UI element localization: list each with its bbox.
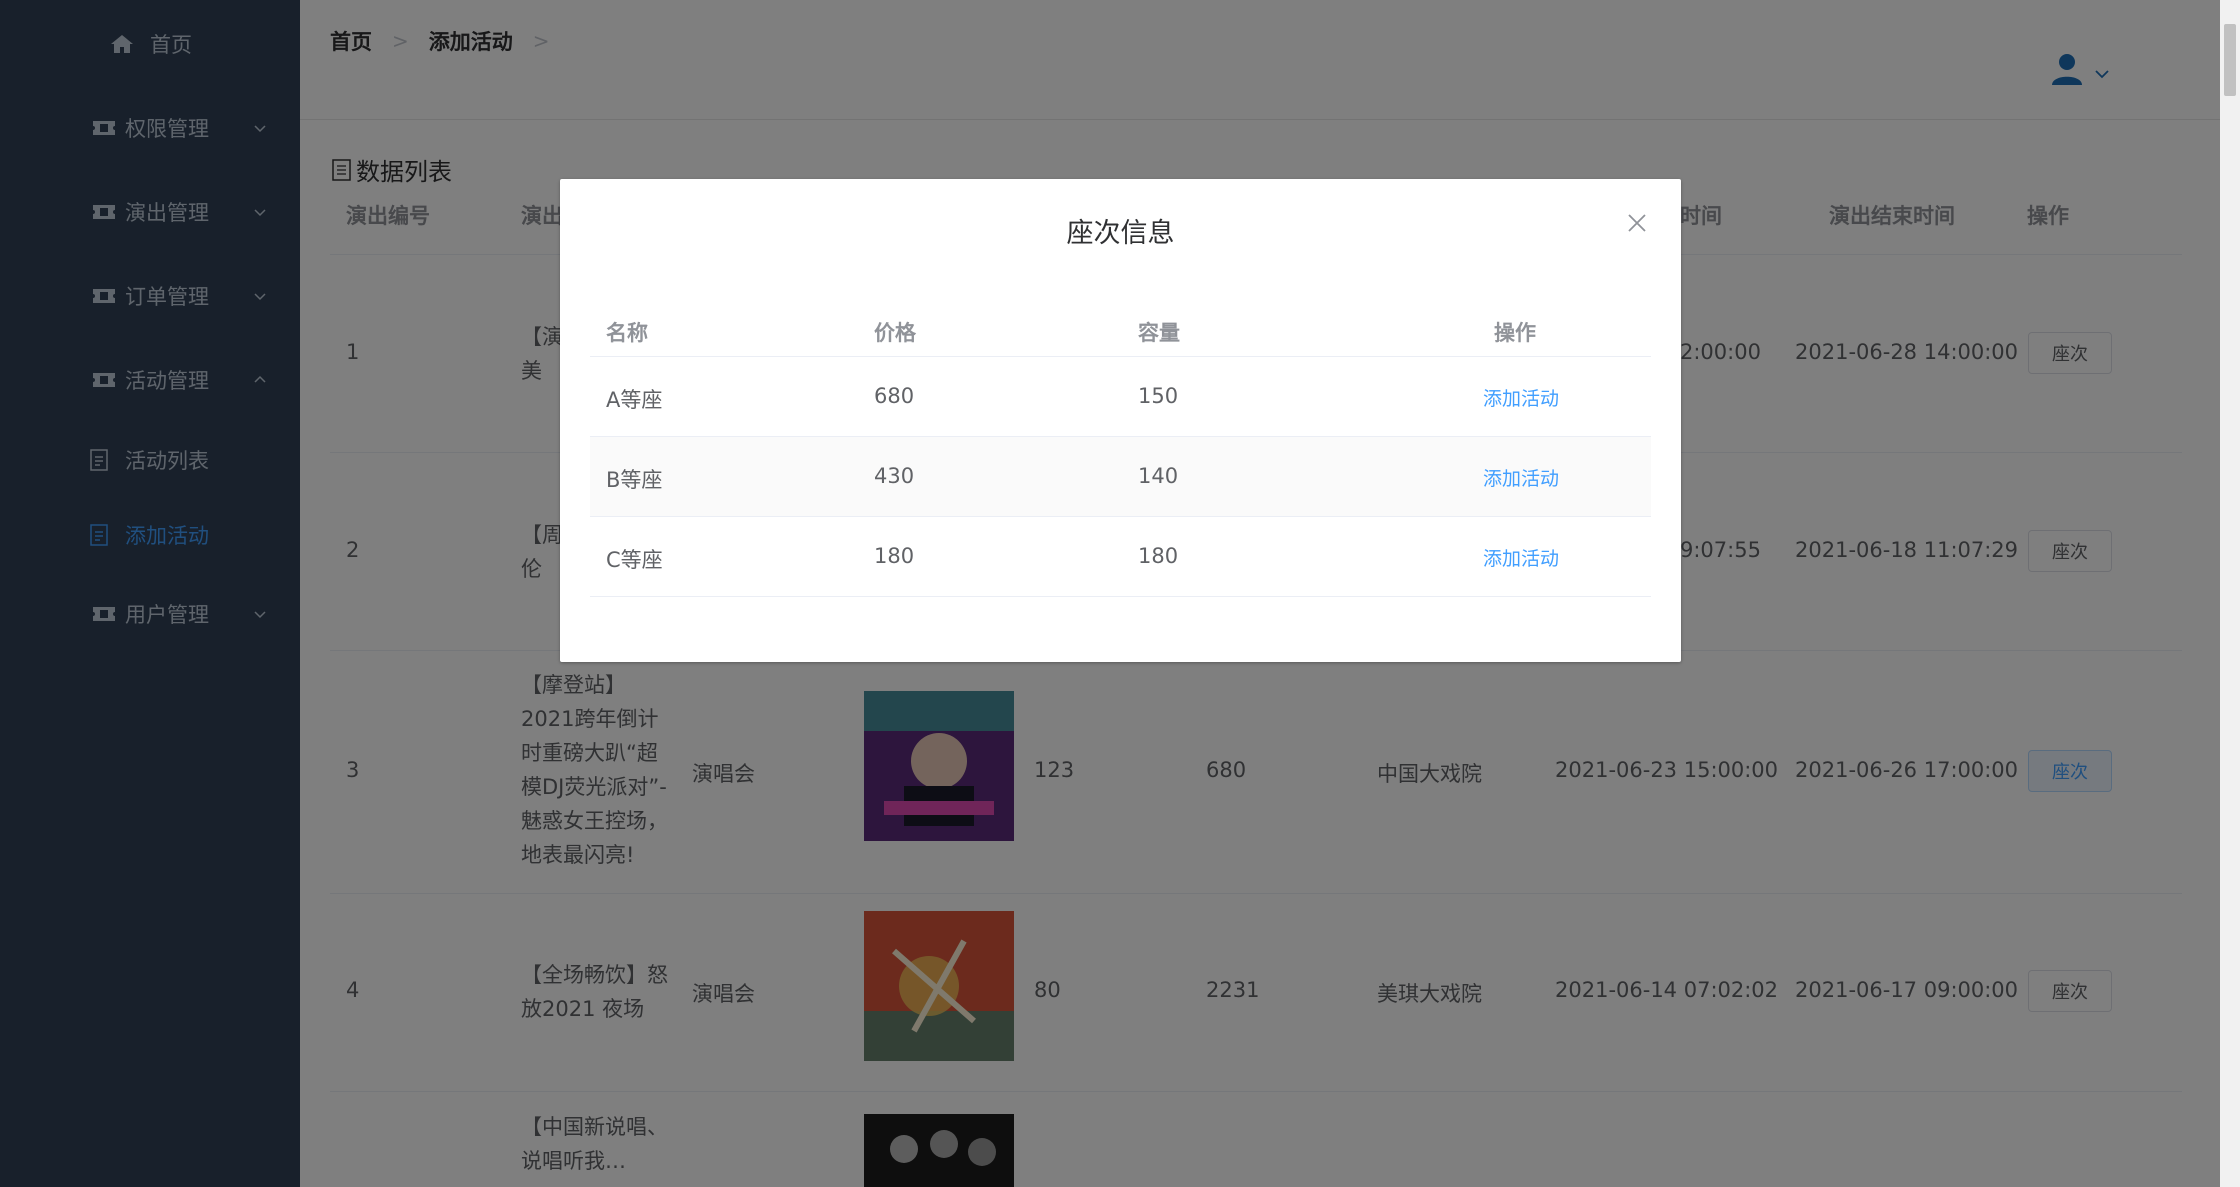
table-row: B等座 430 140 添加活动 — [590, 437, 1651, 517]
column-header-name: 名称 — [606, 321, 648, 345]
column-header-action: 操作 — [1494, 321, 1536, 345]
table-row: A等座 680 150 添加活动 — [590, 357, 1651, 437]
cell-capacity: 180 — [1138, 544, 1179, 568]
cell-capacity: 150 — [1138, 384, 1179, 408]
scrollbar-thumb[interactable] — [2224, 24, 2236, 96]
cell-capacity: 140 — [1138, 464, 1179, 488]
row-divider — [590, 596, 1651, 597]
column-header-price: 价格 — [874, 321, 916, 345]
table-row: C等座 180 180 添加活动 — [590, 517, 1651, 597]
cell-price: 680 — [874, 384, 915, 408]
close-icon[interactable] — [1626, 212, 1648, 234]
add-activity-link[interactable]: 添加活动 — [1483, 464, 1559, 491]
cell-price: 430 — [874, 464, 915, 488]
cell-seat-name: C等座 — [606, 548, 663, 572]
cell-price: 180 — [874, 544, 915, 568]
add-activity-link[interactable]: 添加活动 — [1483, 384, 1559, 411]
cell-seat-name: A等座 — [606, 388, 663, 412]
dialog-title: 座次信息 — [1066, 218, 1175, 249]
add-activity-link[interactable]: 添加活动 — [1483, 544, 1559, 571]
page-scrollbar[interactable] — [2220, 0, 2240, 1187]
cell-seat-name: B等座 — [606, 468, 663, 492]
column-header-capacity: 容量 — [1138, 321, 1180, 345]
seat-info-dialog: 座次信息 名称 价格 容量 操作 A等座 680 150 添加活动 B等座 43… — [560, 179, 1681, 662]
